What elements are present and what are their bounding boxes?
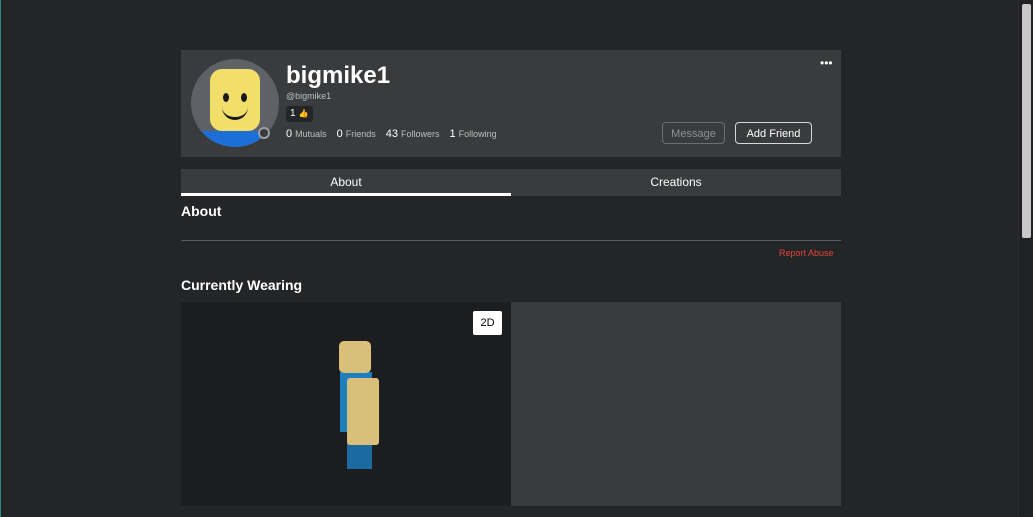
tab-creations[interactable]: Creations (511, 169, 841, 196)
profile-header: bigmike1 @bigmike1 1 👍 0 Mutuals 0 Friends… (181, 50, 841, 157)
username: @bigmike1 (286, 91, 332, 101)
avatar-figure-head (339, 341, 371, 373)
stat-followers[interactable]: 43 Followers (386, 128, 440, 140)
more-options-icon[interactable]: ••• (820, 56, 833, 70)
stat-mutuals[interactable]: 0 Mutuals (286, 128, 327, 140)
avatar-3d-viewer[interactable]: 2D (181, 302, 511, 506)
thumbs-up-icon: 👍 (298, 109, 309, 118)
avatar-left-eye (223, 93, 229, 102)
avatar-smile (222, 104, 248, 120)
avatar-figure-arm (347, 378, 379, 445)
about-divider (181, 240, 841, 241)
about-title: About (181, 203, 222, 219)
badge-count-value: 1 (290, 108, 296, 119)
badge-count: 1 👍 (286, 106, 313, 122)
add-friend-button[interactable]: Add Friend (735, 122, 812, 144)
currently-wearing-title: Currently Wearing (181, 277, 303, 293)
message-button[interactable]: Message (662, 122, 725, 144)
scrollbar-thumb[interactable] (1022, 4, 1031, 238)
scrollbar[interactable] (1018, 0, 1033, 517)
report-abuse-link[interactable]: Report Abuse (779, 248, 834, 258)
presence-status-icon (258, 127, 270, 139)
wearing-items-panel (511, 302, 841, 506)
profile-tabs: About Creations (181, 169, 841, 196)
stat-following[interactable]: 1 Following (450, 128, 497, 140)
display-name: bigmike1 (286, 62, 391, 89)
window-edge (0, 0, 1, 517)
stat-friends[interactable]: 0 Friends (337, 128, 376, 140)
toggle-2d-button[interactable]: 2D (473, 311, 502, 335)
avatar-right-eye (241, 93, 247, 102)
tab-about[interactable]: About (181, 169, 511, 196)
avatar-head (210, 69, 260, 131)
profile-stats: 0 Mutuals 0 Friends 43 Followers 1 Following (286, 128, 497, 140)
